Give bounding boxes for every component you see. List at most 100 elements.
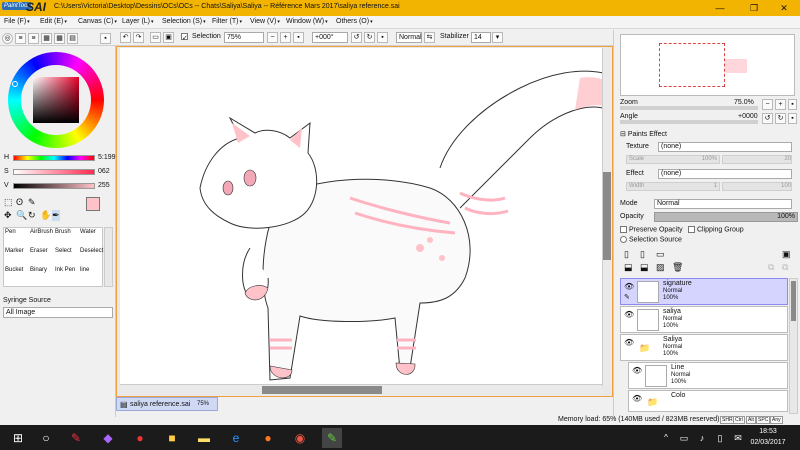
layer-mode-select[interactable]: Normal [654, 199, 792, 209]
effect-select[interactable]: (none) [658, 169, 792, 179]
action-center-icon[interactable]: ▯ [710, 428, 730, 448]
file-explorer-icon[interactable]: ▬ [194, 428, 214, 448]
layer-list-scroll-thumb[interactable] [791, 281, 796, 321]
invert-selection-icon[interactable]: ▣ [163, 32, 174, 43]
tool-marker[interactable]: Marker [5, 248, 24, 254]
scratchpad-tab-icon[interactable]: ▤ [67, 33, 78, 44]
rotate-right-icon[interactable]: ↻ [364, 32, 375, 43]
taskbar-app-icon[interactable]: ✎ [66, 428, 86, 448]
brush-grid-scrollbar[interactable] [104, 227, 113, 287]
layer-visibility-eye-icon[interactable]: 👁 [624, 338, 634, 347]
paints-effect-header[interactable]: ⊟ Paints Effect [620, 130, 667, 138]
nav-zoom-reset-icon[interactable]: ▪ [788, 99, 797, 110]
new-linework-layer-icon[interactable]: ▯ [640, 249, 645, 260]
tool-deselect[interactable]: Deselect [80, 248, 103, 254]
new-folder-icon[interactable]: ▭ [656, 249, 665, 260]
painttool-sai-taskbar-icon[interactable]: ✎ [322, 428, 342, 448]
menu-window[interactable]: Window (W)▾ [286, 18, 328, 25]
edge-browser-icon[interactable]: e [226, 428, 246, 448]
layer-visibility-eye-icon[interactable]: 👁 [632, 394, 642, 403]
nav-zoom-in-icon[interactable]: + [775, 99, 786, 110]
canvas-vertical-scroll-thumb[interactable] [603, 172, 611, 260]
magic-wand-icon[interactable]: ✎ [28, 197, 36, 208]
stabilizer-field[interactable]: 14 [471, 32, 491, 43]
preserve-opacity-checkbox[interactable]: Preserve Opacity [620, 226, 683, 233]
taskbar-app-icon[interactable]: ◆ [98, 428, 118, 448]
zoom-tool-icon[interactable]: 🔍 [16, 210, 27, 221]
tool-select[interactable]: Select [55, 248, 72, 254]
menu-view[interactable]: View (V)▾ [250, 18, 280, 25]
tool-ink-pen[interactable]: Ink Pen [55, 267, 75, 273]
value-slider[interactable]: V 255 [4, 181, 114, 191]
zoom-reset-icon[interactable]: ▪ [293, 32, 304, 43]
firefox-icon[interactable]: ● [258, 428, 278, 448]
stabilizer-dropdown-icon[interactable]: ▾ [492, 32, 503, 43]
nav-angle-reset-icon[interactable]: ▪ [788, 113, 797, 124]
flip-icon[interactable]: ⇆ [424, 32, 435, 43]
tool-brush[interactable]: Brush [55, 229, 71, 235]
tool-eraser[interactable]: Eraser [30, 248, 48, 254]
taskbar-app-icon[interactable]: ■ [162, 428, 182, 448]
transfer-down-icon[interactable]: ⬓ [640, 262, 649, 273]
value-bar[interactable] [13, 183, 95, 189]
saturation-bar[interactable] [13, 169, 95, 175]
delete-layer-icon[interactable]: 🗑 [672, 262, 683, 273]
syringe-source-select[interactable]: All Image [3, 307, 113, 318]
tool-water[interactable]: Water [80, 229, 96, 235]
rotate-tool-icon[interactable]: ↻ [28, 210, 36, 221]
layer-move-down-icon[interactable]: ⧉ [782, 262, 788, 273]
panel-close-icon[interactable]: ▪ [100, 33, 111, 44]
rgb-slider-tab-icon[interactable]: ≡ [15, 33, 26, 44]
tool-pen[interactable]: Pen [5, 229, 16, 235]
drawing-canvas[interactable] [120, 48, 604, 384]
tool-binary[interactable]: Binary [30, 267, 47, 273]
hand-icon[interactable]: ✋ [40, 210, 51, 221]
hue-slider[interactable]: H 5:199 [4, 153, 116, 163]
nav-zoom-slider[interactable] [620, 106, 758, 110]
layer-visibility-eye-icon[interactable]: 👁 [624, 310, 634, 319]
layer-line[interactable]: 👁 Line Normal 100% [628, 362, 788, 389]
menu-others[interactable]: Others (O)▾ [336, 18, 373, 25]
close-button[interactable]: ✕ [768, 0, 800, 16]
taskbar-app-icon[interactable]: ● [130, 428, 150, 448]
layer-folder-saliya[interactable]: 👁 📁 Saliya Normal 100% [620, 334, 788, 361]
selection-checkbox[interactable]: ✓ [180, 32, 191, 43]
rotate-left-icon[interactable]: ↺ [351, 32, 362, 43]
taskbar-app-icon[interactable]: ◉ [290, 428, 310, 448]
nav-rotate-left-icon[interactable]: ↺ [762, 113, 773, 124]
rect-select-icon[interactable]: ⬚ [4, 197, 13, 208]
rotate-reset-icon[interactable]: ▪ [377, 32, 388, 43]
layer-saliya[interactable]: 👁 saliya Normal 100% [620, 306, 788, 333]
color-wheel-tab-icon[interactable]: ◎ [2, 33, 13, 44]
texture-select[interactable]: (none) [658, 142, 792, 152]
menu-layer[interactable]: Layer (L)▾ [122, 18, 154, 25]
flip-mode-field[interactable]: Normal [396, 32, 422, 43]
tool-bucket[interactable]: Bucket [5, 267, 23, 273]
network-icon[interactable]: ▭ [674, 428, 694, 448]
angle-field[interactable]: +000° [312, 32, 348, 43]
tool-line[interactable]: line [80, 267, 89, 273]
layer-list-scrollbar[interactable] [789, 278, 798, 414]
zoom-in-icon[interactable]: + [280, 32, 291, 43]
redo-icon[interactable]: ↷ [133, 32, 144, 43]
undo-icon[interactable]: ↶ [120, 32, 131, 43]
navigator-viewport[interactable] [659, 43, 725, 87]
volume-icon[interactable]: ♪ [692, 428, 712, 448]
menu-canvas[interactable]: Canvas (C)▾ [78, 18, 117, 25]
zoom-field[interactable]: 75% [224, 32, 264, 43]
tool-airbrush[interactable]: AirBrush [30, 229, 53, 235]
taskbar-clock[interactable]: 18:53 02/03/2017 [748, 426, 788, 448]
menu-file[interactable]: File (F)▾ [4, 18, 30, 25]
user-color-tab-icon[interactable]: ▦ [54, 33, 65, 44]
menu-selection[interactable]: Selection (S)▾ [162, 18, 206, 25]
notification-icon[interactable]: ✉ [728, 428, 748, 448]
start-windows-icon[interactable]: ⊞ [8, 428, 28, 448]
layer-opacity-slider[interactable]: 100% [654, 212, 798, 222]
new-layer-icon[interactable]: ▯ [624, 249, 629, 260]
nav-rotate-right-icon[interactable]: ↻ [775, 113, 786, 124]
lasso-icon[interactable]: ʘ [16, 197, 23, 207]
saturation-value-square[interactable] [33, 77, 79, 123]
move-icon[interactable]: ✥ [4, 210, 12, 221]
nav-angle-slider[interactable] [620, 120, 758, 124]
clear-layer-icon[interactable]: ▨ [656, 262, 665, 273]
